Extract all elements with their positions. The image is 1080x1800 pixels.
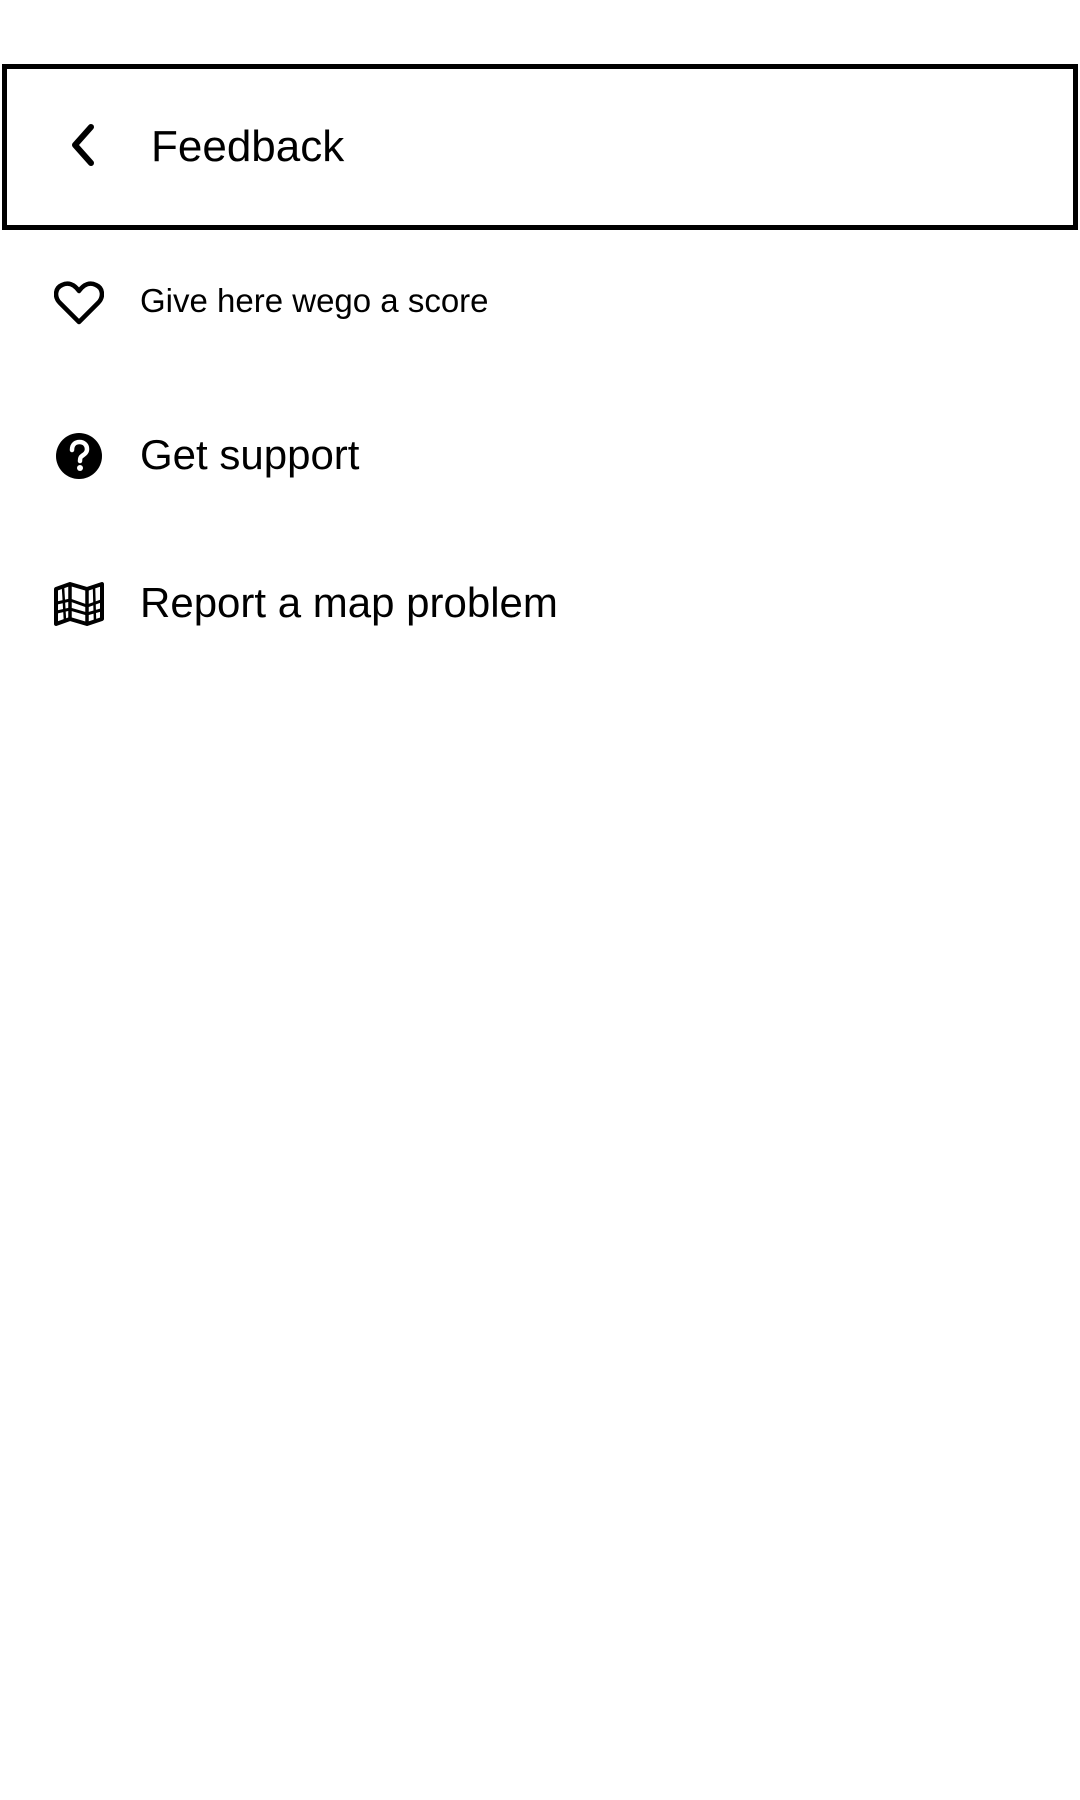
app-bar: Feedback: [2, 64, 1078, 230]
menu-item-report-map-problem[interactable]: Report a map problem: [0, 536, 1080, 676]
heart-outline-icon: [52, 276, 106, 330]
menu-item-get-support[interactable]: Get support: [0, 386, 1080, 526]
chevron-left-icon: [65, 121, 101, 174]
map-icon: [52, 577, 106, 631]
menu-item-rate-app[interactable]: Give here wego a score: [0, 233, 1080, 373]
help-circle-icon: [52, 429, 106, 483]
page-title: Feedback: [151, 122, 345, 171]
menu-item-label: Get support: [140, 431, 360, 478]
back-button[interactable]: [53, 99, 113, 195]
menu-item-label: Report a map problem: [140, 579, 558, 626]
menu-item-label: Give here wego a score: [140, 282, 489, 319]
